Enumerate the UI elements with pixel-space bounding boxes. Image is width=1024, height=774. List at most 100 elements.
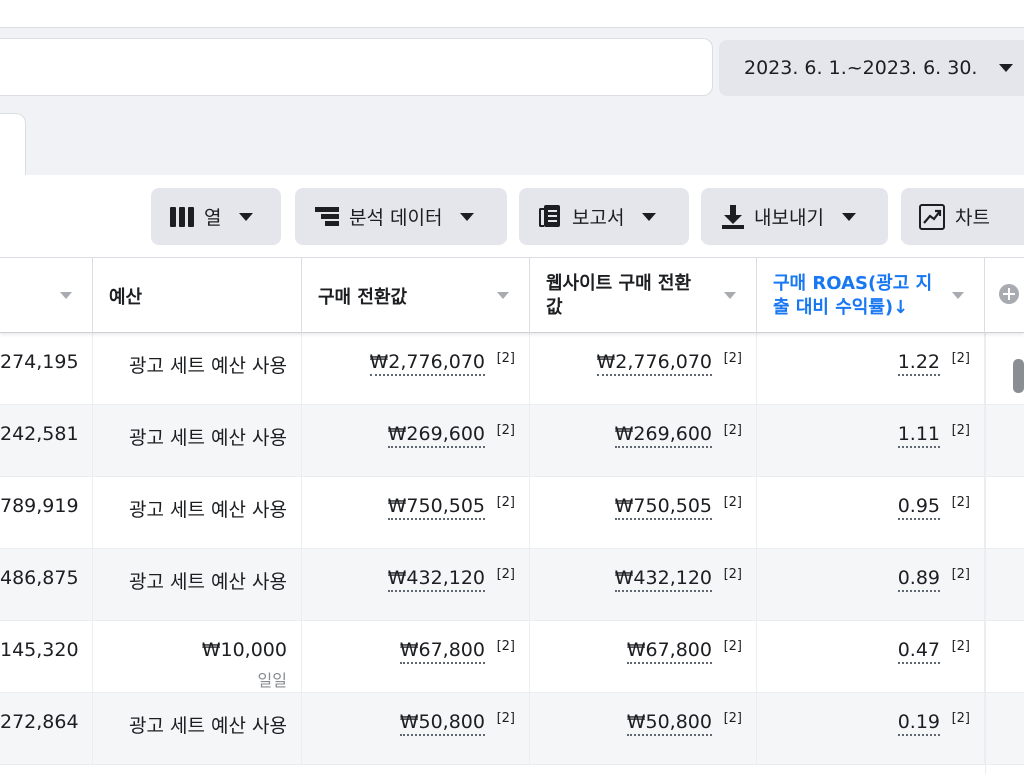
purchase-value[interactable]: ₩750,505 <box>387 495 485 520</box>
download-icon <box>722 204 744 229</box>
website-purchase-value[interactable]: ₩50,800 <box>626 711 712 736</box>
budget-period: 일일 <box>257 671 287 690</box>
col-header-website-purchase-value[interactable]: 웹사이트 구매 전환 값 <box>530 258 757 333</box>
budget-value: 광고 세트 예산 사용 <box>129 571 287 593</box>
purchase-value[interactable]: ₩50,800 <box>399 711 485 736</box>
purchase-value[interactable]: ₩67,800 <box>399 639 485 664</box>
cell-website-purchase-value: ₩432,120 [2] <box>530 549 757 621</box>
col-header-purchase-value[interactable]: 구매 전환값 <box>302 258 530 333</box>
budget-value: 광고 세트 예산 사용 <box>129 427 287 449</box>
purchase-value[interactable]: ₩432,120 <box>387 567 485 592</box>
footnote-marker[interactable]: [2] <box>724 423 742 438</box>
footnote-marker[interactable]: [2] <box>724 567 742 582</box>
chart-label: 차트 <box>955 207 990 229</box>
footnote-marker[interactable]: [2] <box>497 567 515 582</box>
purchase-roas[interactable]: 1.22 <box>897 351 940 376</box>
sort-icon <box>952 292 964 299</box>
cell-purchase-value: ₩2,776,070 [2] <box>302 333 530 405</box>
table-row[interactable]: 486,875 광고 세트 예산 사용 ₩432,120 [2] ₩432,120… <box>0 549 1024 621</box>
chevron-down-icon <box>239 212 254 221</box>
footnote-marker[interactable]: [2] <box>497 423 515 438</box>
footnote-marker[interactable]: [2] <box>497 639 515 654</box>
col-header-purchase-roas[interactable]: 구매 ROAS(광고 지출 대비 수익률)↓ <box>757 258 985 333</box>
chevron-down-icon <box>642 212 657 221</box>
footnote-marker[interactable]: [2] <box>952 351 970 366</box>
footnote-marker[interactable]: [2] <box>952 567 970 582</box>
website-purchase-value[interactable]: ₩750,505 <box>614 495 712 520</box>
budget-value: 광고 세트 예산 사용 <box>129 355 287 377</box>
purchase-roas[interactable]: 0.47 <box>897 639 940 664</box>
chevron-down-icon <box>841 212 856 221</box>
cell-website-purchase-value: ₩67,800 [2] <box>530 621 757 693</box>
table-body: 274,195 광고 세트 예산 사용 ₩2,776,070 [2] ₩2,776… <box>0 333 1024 765</box>
col-header-spent[interactable] <box>0 258 93 333</box>
breakdown-icon <box>315 206 339 227</box>
top-bar <box>0 0 1024 28</box>
sort-icon <box>724 292 736 299</box>
cell-spent: 486,875 <box>0 549 93 621</box>
tab-card[interactable] <box>0 113 26 183</box>
vertical-scrollbar[interactable] <box>1013 359 1024 393</box>
footnote-marker[interactable]: [2] <box>952 423 970 438</box>
breakdown-button[interactable]: 분석 데이터 <box>295 188 507 245</box>
cell-website-purchase-value: ₩50,800 [2] <box>530 693 757 765</box>
reports-button[interactable]: 보고서 <box>519 188 689 245</box>
cell-spent: 145,320 <box>0 621 93 693</box>
add-column-icon[interactable] <box>999 284 1019 304</box>
cell-purchase-value: ₩67,800 [2] <box>302 621 530 693</box>
col-header-budget[interactable]: 예산 <box>93 258 302 333</box>
purchase-roas[interactable]: 1.11 <box>897 423 940 448</box>
date-range-picker[interactable]: 2023. 6. 1.~2023. 6. 30. <box>719 40 1024 96</box>
breakdown-label: 분석 데이터 <box>349 207 443 229</box>
date-range-label: 2023. 6. 1.~2023. 6. 30. <box>744 57 978 79</box>
purchase-value[interactable]: ₩2,776,070 <box>369 351 485 376</box>
columns-icon <box>170 206 194 227</box>
website-purchase-value[interactable]: ₩432,120 <box>614 567 712 592</box>
cell-purchase-value: ₩50,800 [2] <box>302 693 530 765</box>
footnote-marker[interactable]: [2] <box>724 639 742 654</box>
footnote-marker[interactable]: [2] <box>497 711 515 726</box>
cell-purchase-roas: 0.95 [2] <box>757 477 985 549</box>
purchase-roas[interactable]: 0.89 <box>897 567 940 592</box>
search-field[interactable] <box>0 38 713 96</box>
footnote-marker[interactable]: [2] <box>724 495 742 510</box>
cell-budget: 광고 세트 예산 사용 <box>93 549 302 621</box>
footnote-marker[interactable]: [2] <box>724 711 742 726</box>
footnote-marker[interactable]: [2] <box>952 495 970 510</box>
sort-icon <box>497 292 509 299</box>
cell-purchase-roas: 0.19 [2] <box>757 693 985 765</box>
report-icon <box>538 204 562 229</box>
chart-button[interactable]: 차트 <box>901 188 1024 245</box>
export-button[interactable]: 내보내기 <box>701 188 888 245</box>
columns-button[interactable]: 열 <box>151 188 281 245</box>
footnote-marker[interactable]: [2] <box>724 351 742 366</box>
col-header-purchase-roas-label: 구매 ROAS(광고 지출 대비 수익률)↓ <box>773 272 933 318</box>
cell-budget: ₩10,000 일일 <box>93 621 302 693</box>
chevron-down-icon <box>460 212 475 221</box>
purchase-roas[interactable]: 0.19 <box>897 711 940 736</box>
cell-purchase-roas: 1.22 [2] <box>757 333 985 405</box>
purchase-roas[interactable]: 0.95 <box>897 495 940 520</box>
table-row[interactable]: 242,581 광고 세트 예산 사용 ₩269,600 [2] ₩269,600… <box>0 405 1024 477</box>
cell-purchase-value: ₩269,600 [2] <box>302 405 530 477</box>
website-purchase-value[interactable]: ₩269,600 <box>614 423 712 448</box>
footnote-marker[interactable]: [2] <box>952 711 970 726</box>
table-row[interactable]: 145,320 ₩10,000 일일 ₩67,800 [2] ₩67,800 [2] … <box>0 621 1024 693</box>
footnote-marker[interactable]: [2] <box>952 639 970 654</box>
budget-value: 광고 세트 예산 사용 <box>129 499 287 521</box>
cell-spent: 272,864 <box>0 693 93 765</box>
website-purchase-value[interactable]: ₩67,800 <box>626 639 712 664</box>
budget-value: ₩10,000 <box>201 639 287 661</box>
table-row[interactable]: 274,195 광고 세트 예산 사용 ₩2,776,070 [2] ₩2,776… <box>0 333 1024 405</box>
cell-website-purchase-value: ₩2,776,070 [2] <box>530 333 757 405</box>
footnote-marker[interactable]: [2] <box>497 495 515 510</box>
table-row[interactable]: 272,864 광고 세트 예산 사용 ₩50,800 [2] ₩50,800 [2… <box>0 693 1024 765</box>
export-label: 내보내기 <box>754 207 824 229</box>
footnote-marker[interactable]: [2] <box>497 351 515 366</box>
cell-budget: 광고 세트 예산 사용 <box>93 693 302 765</box>
purchase-value[interactable]: ₩269,600 <box>387 423 485 448</box>
website-purchase-value[interactable]: ₩2,776,070 <box>596 351 712 376</box>
col-header-website-purchase-value-label: 웹사이트 구매 전환 값 <box>546 272 692 318</box>
table-row[interactable]: 789,919 광고 세트 예산 사용 ₩750,505 [2] ₩750,505… <box>0 477 1024 549</box>
budget-value: 광고 세트 예산 사용 <box>129 715 287 737</box>
